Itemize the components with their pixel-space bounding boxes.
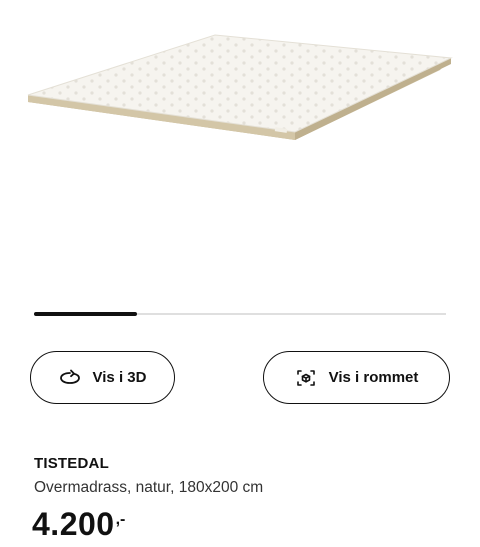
product-image[interactable] (0, 0, 480, 300)
image-gallery-progress[interactable] (34, 312, 446, 316)
view-in-3d-button[interactable]: Vis i 3D (30, 351, 175, 404)
view-in-3d-label: Vis i 3D (92, 369, 147, 386)
product-description: Overmadrass, natur, 180x200 cm (34, 479, 264, 496)
mattress-topper-image (27, 34, 453, 140)
rotate-icon (59, 367, 81, 389)
ar-cube-icon (295, 367, 317, 389)
gallery-progress-thumb[interactable] (34, 312, 137, 316)
view-in-room-label: Vis i rommet (328, 369, 419, 386)
product-price: 4.200 ,- (32, 505, 125, 543)
price-amount: 4.200 (32, 506, 115, 542)
view-in-room-button[interactable]: Vis i rommet (263, 351, 450, 404)
product-name[interactable]: TISTEDAL (34, 455, 109, 472)
price-suffix: ,- (115, 511, 126, 528)
